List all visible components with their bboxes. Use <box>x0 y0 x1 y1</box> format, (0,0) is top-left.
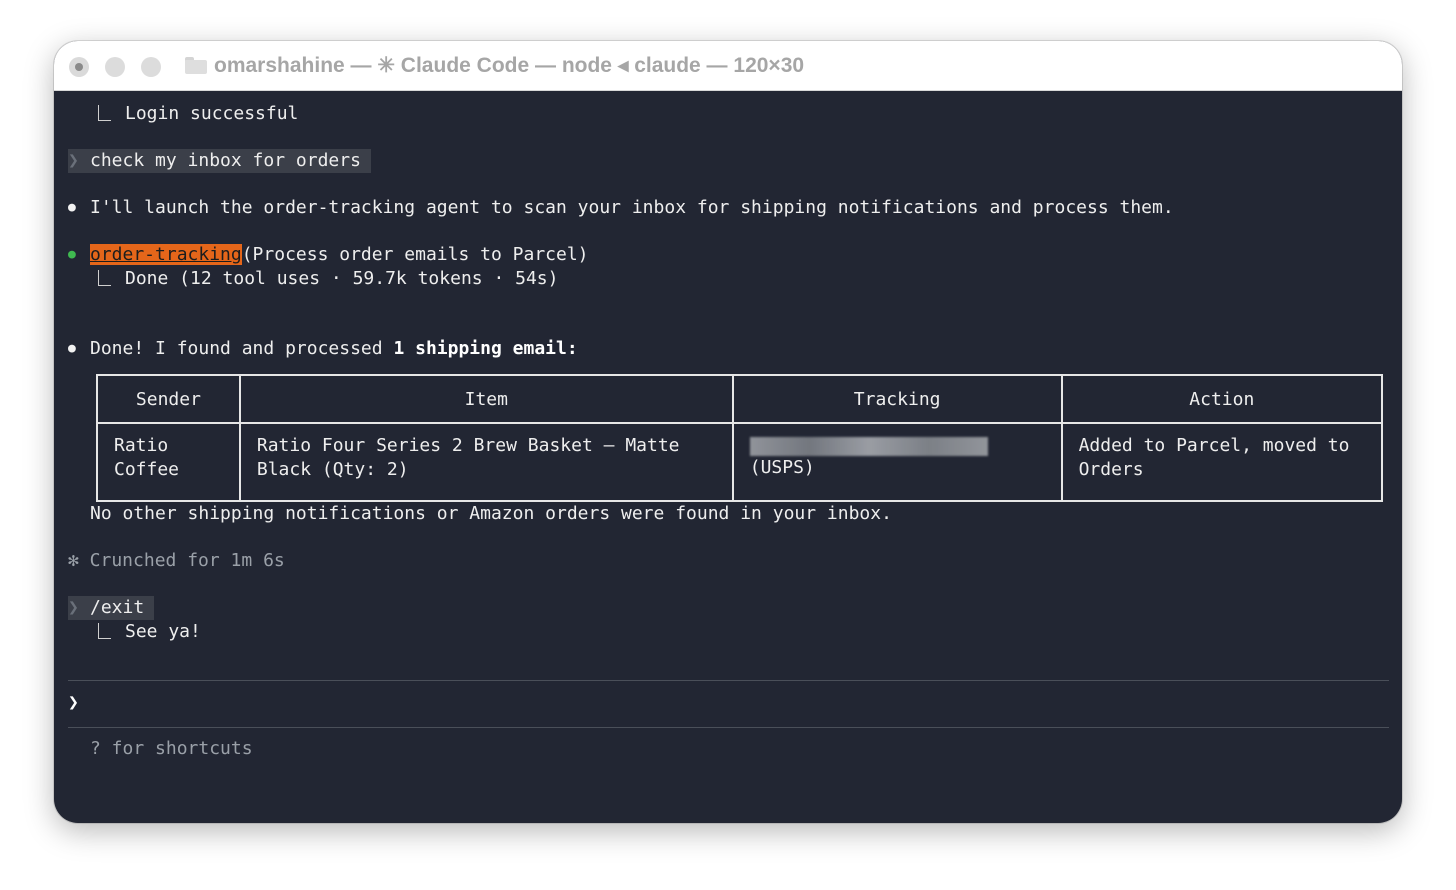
user-prompt-2: ❯ /exit <box>68 596 155 620</box>
assistant-message-2-bold: 1 shipping email: <box>393 338 578 359</box>
tree-corner-icon <box>98 623 111 639</box>
user-prompt-1-text: check my inbox for orders <box>90 150 361 171</box>
item-line-2: Black (Qty: 2) <box>256 459 409 480</box>
agent-result-text: Done (12 tool uses · 59.7k tokens · 54s) <box>125 268 559 289</box>
tracking-carrier: (USPS) <box>749 457 815 478</box>
sender-line-1: Ratio <box>114 435 169 456</box>
column-header-tracking: Tracking <box>731 374 1063 424</box>
prompt-chevron-icon: ❯ <box>68 150 79 171</box>
user-prompt-1: ❯ check my inbox for orders <box>68 149 371 173</box>
login-result-line: Login successful <box>98 102 298 126</box>
close-window-button[interactable] <box>69 57 89 77</box>
bullet-icon <box>68 337 90 363</box>
redacted-tracking-number <box>749 437 988 456</box>
agent-call-line: order-tracking(Process order emails to P… <box>68 243 589 267</box>
exit-result-line: See ya! <box>98 620 201 644</box>
table-header-row: Sender Item Tracking Action <box>96 374 1384 424</box>
sender-line-2: Coffee <box>114 459 180 480</box>
prompt-chevron-icon: ❯ <box>68 597 79 618</box>
shortcuts-hint: ? for shortcuts <box>90 738 253 759</box>
item-cell: Ratio Four Series 2 Brew Basket – Matte B… <box>238 422 734 502</box>
action-cell: Added to Parcel, moved to Orders <box>1060 422 1384 502</box>
action-line-2: Orders <box>1078 459 1144 480</box>
login-result-text: Login successful <box>125 103 299 124</box>
window-title: omarshahine — ✳ Claude Code — node ◂ cla… <box>214 54 805 77</box>
agent-name: order-tracking <box>90 244 242 265</box>
action-line-1: Added to Parcel, moved to <box>1078 435 1350 456</box>
assistant-message-2: Done! I found and processed 1 shipping e… <box>68 337 578 361</box>
maximize-window-button[interactable] <box>141 57 161 77</box>
sender-cell: Ratio Coffee <box>96 422 241 502</box>
agent-result-line: Done (12 tool uses · 59.7k tokens · 54s) <box>98 267 558 291</box>
column-header-item: Item <box>238 374 734 424</box>
input-bottom-divider <box>68 727 1389 728</box>
agent-status-dot-icon <box>68 243 90 269</box>
terminal-output[interactable]: Login successful ❯ check my inbox for ord… <box>54 90 1402 823</box>
input-top-divider <box>68 680 1389 681</box>
tracking-cell: (USPS) <box>731 422 1063 502</box>
assistant-message-1-text: I'll launch the order-tracking agent to … <box>90 197 1174 218</box>
item-line-1: Ratio Four Series 2 Brew Basket – Matte <box>256 435 680 456</box>
shipping-results-table: Sender Item Tracking Action Ratio Coffee … <box>96 374 1384 502</box>
folder-icon <box>185 57 207 74</box>
after-table-note: No other shipping notifications or Amazo… <box>90 503 892 524</box>
bullet-icon <box>68 196 90 222</box>
tree-corner-icon <box>98 270 111 286</box>
table-row: Ratio Coffee Ratio Four Series 2 Brew Bas… <box>96 422 1384 502</box>
exit-result-text: See ya! <box>125 621 201 642</box>
minimize-window-button[interactable] <box>105 57 125 77</box>
user-prompt-2-text: /exit <box>90 597 145 618</box>
agent-args: (Process order emails to Parcel) <box>241 244 589 265</box>
title-bar: omarshahine — ✳ Claude Code — node ◂ cla… <box>54 41 1402 91</box>
column-header-sender: Sender <box>96 374 241 424</box>
terminal-window: omarshahine — ✳ Claude Code — node ◂ cla… <box>54 41 1402 823</box>
assistant-message-2-prefix: Done! I found and processed <box>90 338 394 359</box>
assistant-message-1: I'll launch the order-tracking agent to … <box>68 196 1174 220</box>
status-line: ✻ Crunched for 1m 6s <box>68 550 285 571</box>
tree-corner-icon <box>98 105 111 121</box>
input-prompt[interactable]: ❯ <box>68 691 79 715</box>
column-header-action: Action <box>1060 374 1384 424</box>
input-chevron-icon: ❯ <box>68 692 79 713</box>
